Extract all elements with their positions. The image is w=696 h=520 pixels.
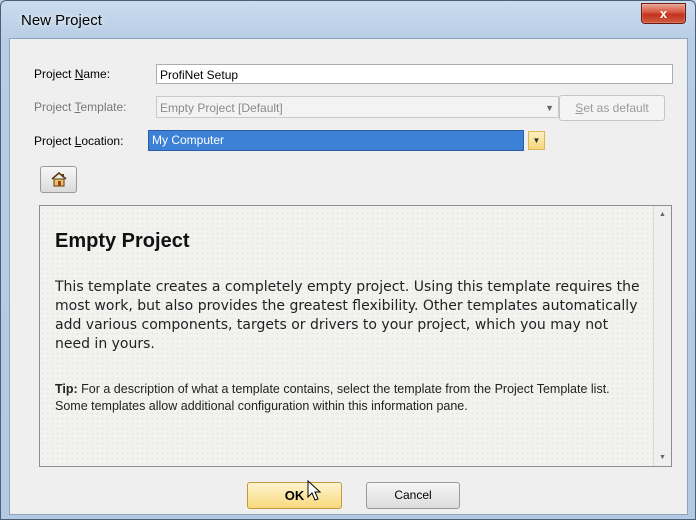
cancel-button[interactable]: Cancel xyxy=(366,482,460,509)
template-heading: Empty Project xyxy=(55,230,190,252)
chevron-down-icon: ▼ xyxy=(545,103,554,113)
set-as-default-button[interactable]: Set as default xyxy=(559,95,665,121)
new-project-dialog: New Project x Project Name: ProfiNet Set… xyxy=(0,0,696,520)
project-location-label: Project Location: xyxy=(34,134,124,148)
close-button[interactable]: x xyxy=(641,3,686,24)
vertical-scrollbar[interactable]: ▲ ▼ xyxy=(653,206,671,466)
template-info-pane: Empty Project This template creates a co… xyxy=(39,205,672,467)
project-location-select[interactable]: My Computer xyxy=(148,130,524,151)
project-name-input[interactable]: ProfiNet Setup xyxy=(156,64,673,84)
location-dropdown-button[interactable]: ▼ xyxy=(528,131,545,150)
project-name-label: Project Name: xyxy=(34,67,111,81)
title-bar[interactable]: New Project x xyxy=(1,1,695,39)
project-template-value: Empty Project [Default] xyxy=(160,101,283,115)
home-button[interactable] xyxy=(40,166,77,193)
template-tip: Tip: For a description of what a templat… xyxy=(55,382,610,413)
project-template-label: Project Template: xyxy=(34,100,127,114)
dialog-body: Project Name: ProfiNet Setup Project Tem… xyxy=(9,38,688,515)
window-title: New Project xyxy=(21,12,102,29)
project-template-select[interactable]: Empty Project [Default] ▼ xyxy=(156,96,559,118)
template-description: This template creates a completely empty… xyxy=(55,279,640,352)
scroll-down-icon[interactable]: ▼ xyxy=(654,449,671,466)
home-icon xyxy=(51,172,67,187)
close-icon: x xyxy=(659,6,668,21)
ok-button[interactable]: OK xyxy=(247,482,342,509)
mouse-pointer-icon xyxy=(307,480,322,501)
scroll-up-icon[interactable]: ▲ xyxy=(654,206,671,223)
chevron-down-icon: ▼ xyxy=(532,136,541,145)
